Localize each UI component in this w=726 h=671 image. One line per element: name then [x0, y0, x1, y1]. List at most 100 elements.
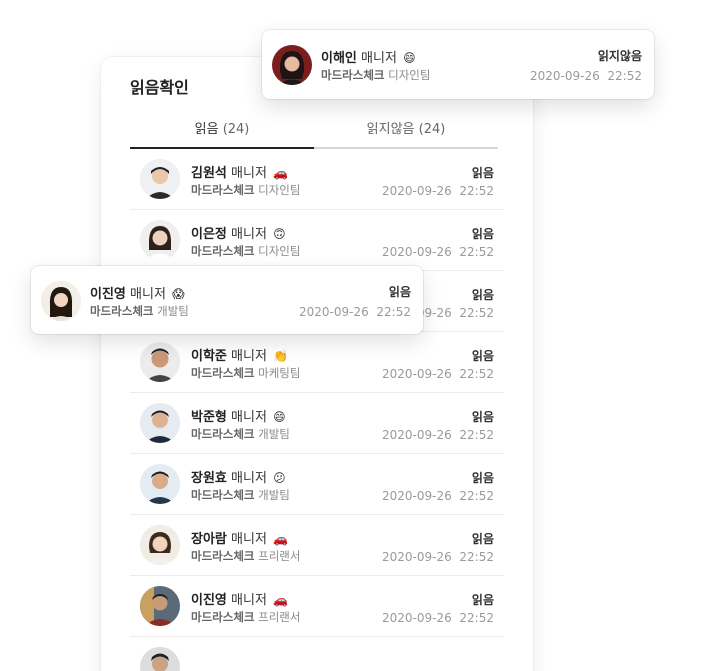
- company-name: 마드라스체크: [191, 427, 255, 441]
- person-role: 매니저: [231, 593, 267, 608]
- read-receipt-panel: 읽음확인 읽음 (24) 읽지않음 (24) 김원석 매니저 🚗 마드라스체크 …: [101, 57, 533, 671]
- status-emoji: 🚗: [273, 532, 289, 546]
- status-emoji: 🙃: [273, 227, 286, 241]
- read-status: 읽음: [471, 288, 494, 302]
- reader-card-read[interactable]: 이진영 매니저 😱 마드라스체크 개발팀 읽음 2020-09-26 22:52: [31, 266, 423, 334]
- read-time: 22:52: [459, 611, 494, 625]
- avatar: [140, 647, 180, 671]
- avatar: [272, 45, 312, 85]
- status-emoji: 😱: [172, 287, 185, 301]
- company-name: 마드라스체크: [191, 183, 255, 197]
- person-role: 매니저: [231, 471, 267, 486]
- status-emoji: 😄: [403, 51, 416, 65]
- read-status: 읽지않음: [597, 49, 642, 63]
- read-time: 22:52: [459, 489, 494, 503]
- read-status: 읽음: [471, 471, 494, 485]
- read-status: 읽음: [471, 166, 494, 180]
- read-date: 2020-09-26: [382, 245, 452, 259]
- tab-unread[interactable]: 읽지않음 (24): [314, 119, 498, 149]
- team-name: 개발팀: [258, 427, 290, 441]
- read-tabs: 읽음 (24) 읽지않음 (24): [130, 119, 498, 149]
- tab-read[interactable]: 읽음 (24): [130, 119, 314, 149]
- avatar: [140, 464, 180, 504]
- team-name: 디자인팀: [258, 183, 301, 197]
- status-emoji: 🚗: [273, 593, 289, 607]
- person-name: 박준형: [191, 410, 227, 425]
- company-name: 마드라스체크: [191, 610, 255, 624]
- read-date: 2020-09-26: [382, 428, 452, 442]
- team-name: 프리랜서: [258, 610, 301, 624]
- read-time: 22:52: [607, 69, 642, 83]
- read-time: 22:52: [459, 306, 494, 320]
- list-item[interactable]: [130, 637, 504, 671]
- team-name: 마케팅팀: [258, 366, 301, 380]
- person-role: 매니저: [231, 349, 267, 364]
- person-name: 이진영: [90, 287, 126, 302]
- team-name: 프리랜서: [258, 549, 301, 563]
- read-date: 2020-09-26: [382, 489, 452, 503]
- read-time: 22:52: [459, 367, 494, 381]
- avatar: [41, 281, 81, 321]
- read-time: 22:52: [376, 305, 411, 319]
- reader-list: 김원석 매니저 🚗 마드라스체크 디자인팀 읽음 2020-09-26 22:5…: [130, 149, 504, 671]
- person-name: 이은정: [191, 227, 227, 242]
- tab-unread-label: 읽지않음: [366, 122, 415, 137]
- person-role: 매니저: [231, 227, 267, 242]
- company-name: 마드라스체크: [191, 488, 255, 502]
- avatar: [140, 220, 180, 260]
- person-name: 장아람: [191, 532, 227, 547]
- person-role: 매니저: [231, 410, 267, 425]
- person-role: 매니저: [231, 532, 267, 547]
- read-time: 22:52: [459, 184, 494, 198]
- person-name: 이학준: [191, 349, 227, 364]
- read-time: 22:52: [459, 245, 494, 259]
- status-emoji: 🚗: [273, 166, 289, 180]
- company-name: 마드라스체크: [321, 68, 385, 82]
- read-status: 읽음: [471, 349, 494, 363]
- person-role: 매니저: [231, 166, 267, 181]
- avatar: [140, 403, 180, 443]
- avatar: [140, 586, 180, 626]
- read-date: 2020-09-26: [382, 550, 452, 564]
- status-emoji: 😕: [273, 471, 286, 485]
- list-item[interactable]: 박준형 매니저 😄 마드라스체크 개발팀 읽음 2020-09-26 22:52: [130, 393, 504, 454]
- list-item[interactable]: 장아람 매니저 🚗 마드라스체크 프리랜서 읽음 2020-09-26 22:5…: [130, 515, 504, 576]
- list-item[interactable]: 이진영 매니저 🚗 마드라스체크 프리랜서 읽음 2020-09-26 22:5…: [130, 576, 504, 637]
- company-name: 마드라스체크: [191, 244, 255, 258]
- team-name: 디자인팀: [388, 68, 431, 82]
- avatar: [140, 525, 180, 565]
- company-name: 마드라스체크: [90, 304, 154, 318]
- person-name: 김원석: [191, 166, 227, 181]
- read-date: 2020-09-26: [299, 305, 369, 319]
- status-emoji: 😄: [273, 410, 286, 424]
- team-name: 개발팀: [258, 488, 290, 502]
- read-date: 2020-09-26: [382, 611, 452, 625]
- team-name: 개발팀: [157, 304, 189, 318]
- company-name: 마드라스체크: [191, 549, 255, 563]
- list-item[interactable]: 이은정 매니저 🙃 마드라스체크 디자인팀 읽음 2020-09-26 22:5…: [130, 210, 504, 271]
- avatar: [140, 159, 180, 199]
- person-role: 매니저: [130, 287, 166, 302]
- read-status: 읽음: [471, 227, 494, 241]
- list-item[interactable]: 이학준 매니저 👏 마드라스체크 마케팅팀 읽음 2020-09-26 22:5…: [130, 332, 504, 393]
- read-date: 2020-09-26: [530, 69, 600, 83]
- person-name: 이진영: [191, 593, 227, 608]
- tab-unread-count: (24): [418, 122, 446, 137]
- reader-card-unread[interactable]: 이해인 매니저 😄 마드라스체크 디자인팀 읽지않음 2020-09-26 22…: [262, 30, 654, 99]
- list-item[interactable]: 장원효 매니저 😕 마드라스체크 개발팀 읽음 2020-09-26 22:52: [130, 454, 504, 515]
- avatar: [140, 342, 180, 382]
- team-name: 디자인팀: [258, 244, 301, 258]
- status-emoji: 👏: [273, 349, 289, 363]
- company-name: 마드라스체크: [191, 366, 255, 380]
- read-status: 읽음: [471, 410, 494, 424]
- person-role: 매니저: [361, 51, 397, 66]
- list-item[interactable]: 김원석 매니저 🚗 마드라스체크 디자인팀 읽음 2020-09-26 22:5…: [130, 149, 504, 210]
- tab-read-count: (24): [222, 122, 250, 137]
- panel-title: 읽음확인: [130, 78, 189, 97]
- person-name: 장원효: [191, 471, 227, 486]
- person-name: 이해인: [321, 51, 357, 66]
- read-receipt-stage: 읽음확인 읽음 (24) 읽지않음 (24) 김원석 매니저 🚗 마드라스체크 …: [0, 0, 726, 671]
- read-status: 읽음: [471, 593, 494, 607]
- read-status: 읽음: [471, 532, 494, 546]
- read-date: 2020-09-26: [382, 367, 452, 381]
